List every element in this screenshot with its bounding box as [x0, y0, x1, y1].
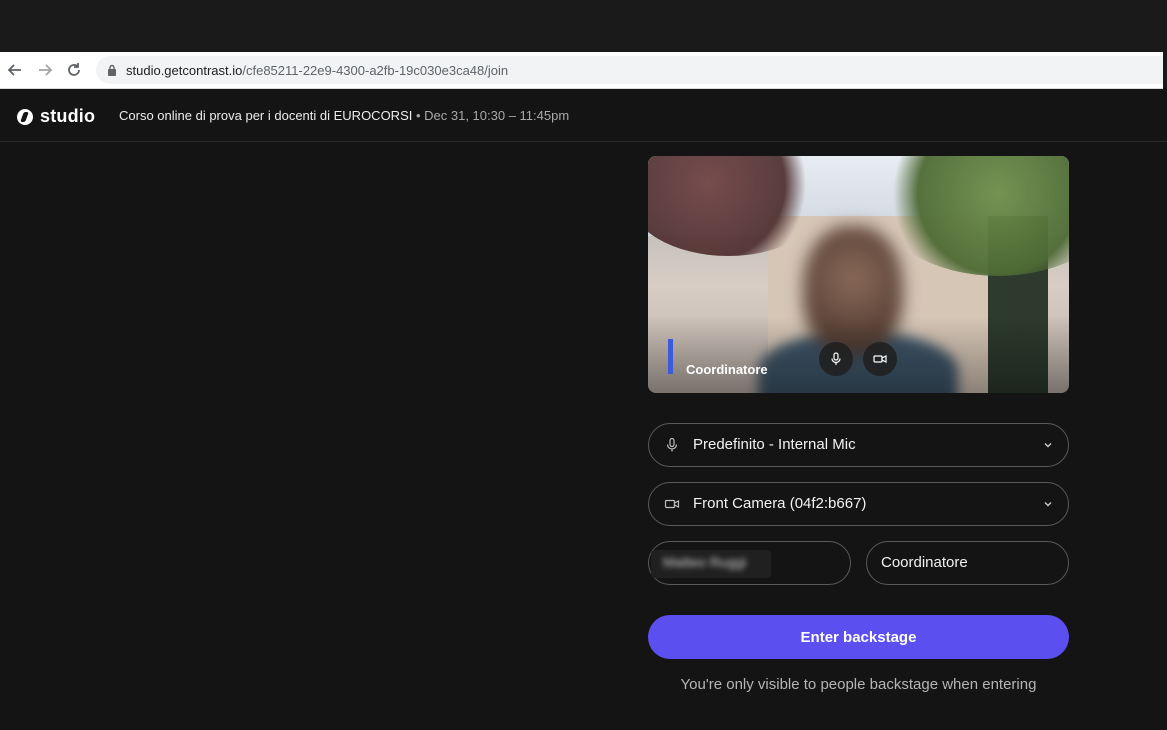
lock-icon	[108, 64, 116, 76]
preview-vignette	[648, 316, 1069, 393]
camera-select[interactable]: Front Camera (04f2:b667)	[648, 482, 1069, 526]
chevron-down-icon	[1044, 443, 1052, 448]
enter-backstage-button[interactable]: Enter backstage	[648, 615, 1069, 659]
microphone-select[interactable]: Predefinito - Internal Mic	[648, 423, 1069, 467]
back-arrow-icon	[7, 64, 21, 76]
preview-mic-toggle[interactable]	[819, 342, 853, 376]
preview-camera-toggle[interactable]	[863, 342, 897, 376]
microphone-icon	[664, 437, 680, 453]
event-title: Corso online di prova per i docenti di E…	[119, 108, 413, 123]
forward-button[interactable]	[34, 59, 56, 81]
browser-edge	[1163, 52, 1167, 88]
event-info: Corso online di prova per i docenti di E…	[119, 108, 569, 123]
event-date: • Dec 31, 10:30 – 11:45pm	[412, 108, 570, 123]
logo-icon	[17, 108, 33, 125]
back-button[interactable]	[4, 59, 26, 81]
chevron-down-icon	[1044, 502, 1052, 507]
video-camera-icon	[873, 355, 887, 363]
window-top-strip	[0, 0, 1167, 52]
name-accent-bar	[668, 339, 673, 374]
forward-arrow-icon	[39, 64, 53, 76]
participant-label: Coordinatore	[686, 362, 768, 377]
microphone-icon	[831, 352, 841, 365]
studio-logo[interactable]: studio	[17, 106, 95, 127]
microphone-selected: Predefinito - Internal Mic	[693, 436, 856, 453]
visibility-note: You're only visible to people backstage …	[680, 676, 1037, 693]
reload-icon	[68, 63, 80, 76]
video-camera-icon	[664, 496, 680, 512]
browser-toolbar: studio.getcontrast.io/cfe85211-22e9-4300…	[0, 52, 1167, 89]
camera-preview: Coordinatore	[648, 156, 1069, 393]
reload-button[interactable]	[63, 59, 85, 81]
url-text: studio.getcontrast.io/cfe85211-22e9-4300…	[126, 63, 508, 78]
camera-selected: Front Camera (04f2:b667)	[693, 495, 867, 512]
logo-text: studio	[40, 106, 96, 126]
url-path: /cfe85211-22e9-4300-a2fb-19c030e3ca48/jo…	[242, 63, 509, 78]
name-input[interactable]: Matteo Ruggi	[648, 541, 851, 585]
role-input[interactable]: Coordinatore	[866, 541, 1069, 585]
name-value: Matteo Ruggi	[663, 554, 747, 570]
address-bar[interactable]: studio.getcontrast.io/cfe85211-22e9-4300…	[96, 56, 1163, 84]
role-value: Coordinatore	[881, 554, 968, 571]
app-header: studio Corso online di prova per i docen…	[0, 89, 1167, 142]
url-host: studio.getcontrast.io	[126, 63, 243, 78]
